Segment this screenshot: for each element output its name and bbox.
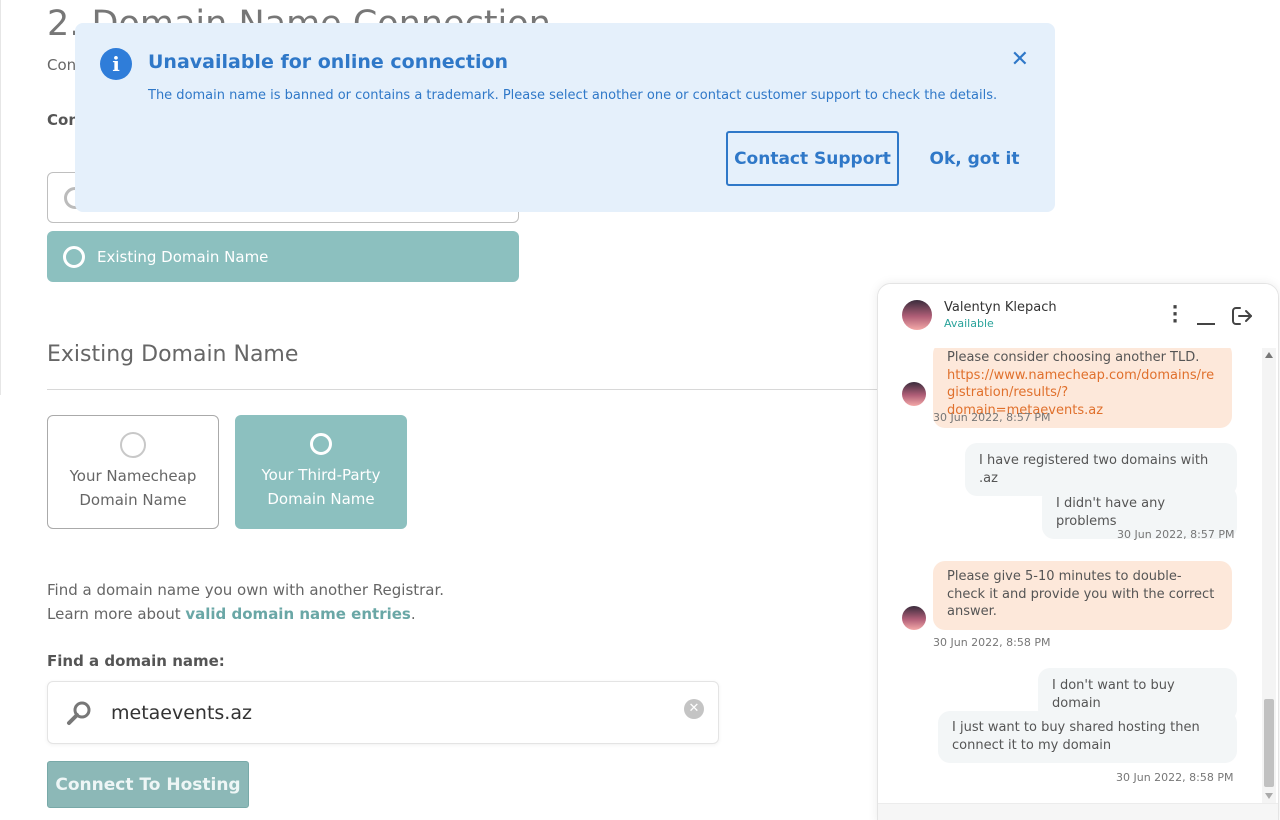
radio-icon[interactable] xyxy=(310,433,332,455)
message-timestamp: 30 Jun 2022, 8:58 PM xyxy=(1116,771,1234,784)
domain-search-input[interactable]: metaevents.az ✕ xyxy=(47,681,719,744)
message-timestamp: 30 Jun 2022, 8:58 PM xyxy=(933,636,1051,649)
card-label-line2: Domain Name xyxy=(79,491,187,509)
user-message: I just want to buy shared hosting then c… xyxy=(938,711,1237,763)
info-line-1: Find a domain name you own with another … xyxy=(47,581,445,599)
clear-icon[interactable]: ✕ xyxy=(684,699,704,719)
scroll-up-icon[interactable] xyxy=(1265,352,1273,358)
option-existing-domain[interactable]: Existing Domain Name xyxy=(47,231,519,282)
card-label-line1: Your Third-Party xyxy=(261,466,381,484)
info-line-2: Learn more about valid domain name entri… xyxy=(47,602,444,626)
card-label-line2: Domain Name xyxy=(267,490,375,508)
chat-scrollbar[interactable] xyxy=(1262,348,1276,803)
info-icon: i xyxy=(100,48,132,80)
scrollbar-thumb[interactable] xyxy=(1264,699,1274,787)
search-icon xyxy=(67,701,91,725)
domain-connection-page: 2. Domain Name Connection Con Con Existi… xyxy=(0,0,1280,820)
card-namecheap-domain[interactable]: Your Namecheap Domain Name xyxy=(47,415,219,529)
avatar xyxy=(902,382,926,406)
exit-icon[interactable] xyxy=(1230,304,1254,328)
info-prefix: Learn more about xyxy=(47,605,186,623)
message-text: Please consider choosing another TLD. xyxy=(947,350,1200,365)
existing-domain-heading: Existing Domain Name xyxy=(47,342,299,367)
contact-support-button[interactable]: Contact Support xyxy=(726,131,899,186)
scroll-down-icon[interactable] xyxy=(1265,793,1273,799)
minimize-icon[interactable] xyxy=(1197,323,1215,325)
chat-widget: Valentyn Klepach Available · · · Please co… xyxy=(877,283,1279,820)
unavailable-alert: i Unavailable for online connection The … xyxy=(75,23,1055,212)
option-existing-domain-label: Existing Domain Name xyxy=(97,247,269,266)
agent-status: Available xyxy=(944,317,994,330)
section-subtitle: Con xyxy=(47,56,77,74)
avatar xyxy=(902,300,932,330)
ok-got-it-button[interactable]: Ok, got it xyxy=(922,131,1027,186)
more-options-icon[interactable]: · · · xyxy=(1170,299,1180,331)
info-suffix: . xyxy=(410,605,416,623)
message-timestamp: 30 Jun 2022, 8:57 PM xyxy=(1117,528,1235,541)
left-divider xyxy=(0,0,1,395)
card-third-party-domain[interactable]: Your Third-Party Domain Name xyxy=(235,415,407,529)
chat-header: Valentyn Klepach Available · · · xyxy=(878,284,1278,348)
chat-messages: Please consider choosing another TLD. ht… xyxy=(878,348,1260,805)
message-timestamp: 30 Jun 2022, 8:57 PM xyxy=(933,411,1051,424)
alert-title: Unavailable for online connection xyxy=(148,51,509,73)
divider xyxy=(47,389,881,390)
radio-icon[interactable] xyxy=(63,245,85,268)
agent-name: Valentyn Klepach xyxy=(944,300,1057,315)
card-label-line1: Your Namecheap xyxy=(69,467,197,485)
find-domain-info: Find a domain name you own with another … xyxy=(47,578,444,626)
avatar xyxy=(902,606,926,630)
connect-to-hosting-button[interactable]: Connect To Hosting xyxy=(47,761,249,808)
valid-entries-link[interactable]: valid domain name entries xyxy=(185,605,410,623)
find-domain-label: Find a domain name: xyxy=(47,652,225,670)
agent-message: Please give 5-10 minutes to double-check… xyxy=(933,561,1232,630)
radio-icon[interactable] xyxy=(120,432,146,458)
close-icon[interactable]: ✕ xyxy=(1011,47,1029,72)
search-value: metaevents.az xyxy=(111,702,252,724)
chat-input-area[interactable] xyxy=(878,803,1278,820)
alert-message: The domain name is banned or contains a … xyxy=(148,88,998,103)
